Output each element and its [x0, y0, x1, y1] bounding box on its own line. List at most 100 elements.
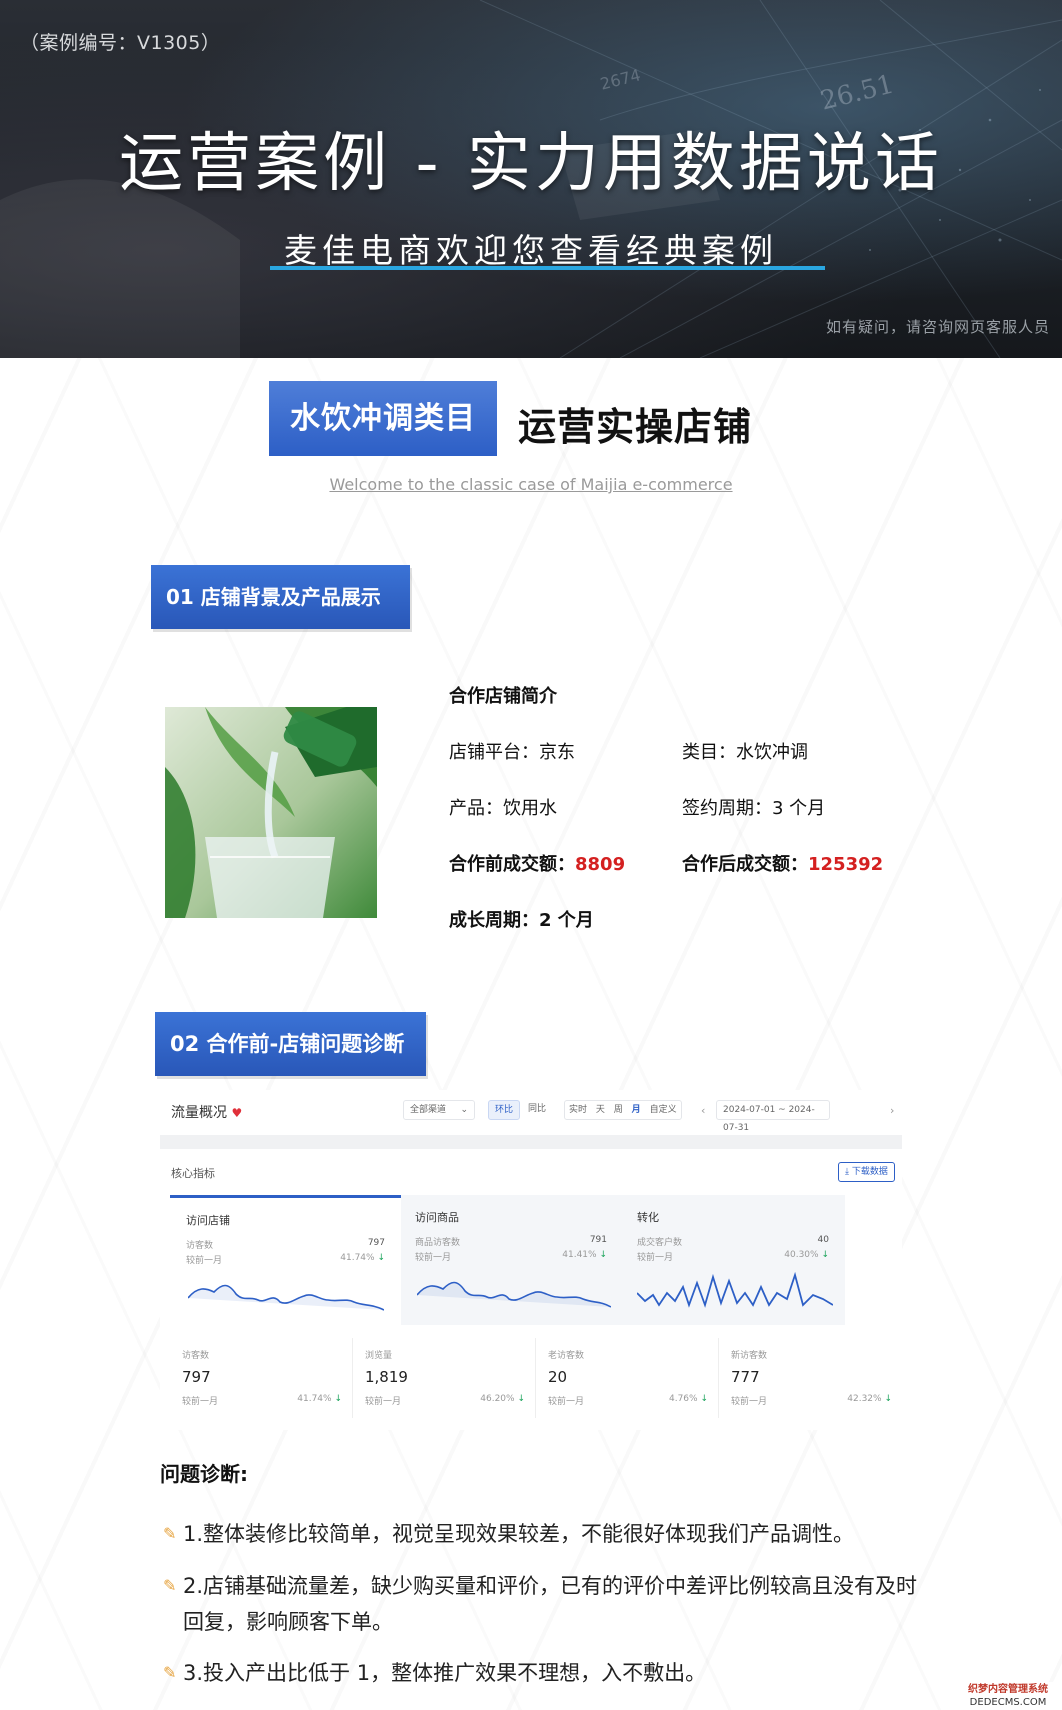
- revenue-after-value: 125392: [808, 854, 884, 875]
- tab-month[interactable]: 月: [632, 1105, 641, 1115]
- card-compare: 较前一月: [637, 1253, 674, 1263]
- kpi-pct: 42.32% ↓: [847, 1394, 892, 1404]
- kpi-label: 访客数: [182, 1351, 210, 1361]
- traffic-dashboard-screenshot: 流量概况 ♥ 全部渠道 ⌄ 环比 同比 实时 天 周 月 自定义 2024-07…: [160, 1090, 902, 1430]
- period-tabs: 实时 天 周 月 自定义: [564, 1100, 682, 1120]
- download-icon: ⤓: [845, 1167, 849, 1177]
- kpi-returning-visitors: 老访客数 20 较前一月 4.76% ↓: [536, 1338, 719, 1418]
- banner-title: 运营案例 - 实力用数据说话: [119, 127, 943, 201]
- revenue-before-label: 合作前成交额：: [449, 854, 575, 875]
- diagnosis-item-text: 2.店铺基础流量差，缺少购买量和评价，已有的评价中差评比例较高且没有及时回复，影…: [183, 1574, 918, 1634]
- kpi-new-visitors: 新访客数 777 较前一月 42.32% ↓: [719, 1338, 902, 1418]
- card-title: 访问商品: [415, 1211, 459, 1224]
- kpi-compare: 较前一月: [365, 1397, 402, 1407]
- case-number: （案例编号：V1305）: [20, 32, 221, 54]
- kpi-value: 797: [182, 1368, 211, 1386]
- growth-period: 成长周期：2 个月: [449, 910, 594, 931]
- kpi-pageviews: 浏览量 1,819 较前一月 46.20% ↓: [353, 1338, 536, 1418]
- card-value: 40: [817, 1235, 829, 1245]
- diagnosis-item-text: 3.投入产出比低于 1，整体推广效果不理想，入不敷出。: [183, 1661, 707, 1685]
- card-pct: 41.41% ↓: [562, 1250, 607, 1260]
- tab-day[interactable]: 天: [596, 1105, 605, 1115]
- store-category: 类目：水饮冲调: [682, 742, 808, 763]
- kpi-compare: 较前一月: [731, 1397, 768, 1407]
- kpi-pct: 41.74% ↓: [297, 1394, 342, 1404]
- watermark-line2: DEDECMS.COM: [969, 1697, 1047, 1708]
- kpi-value: 777: [731, 1368, 760, 1386]
- revenue-before-value: 8809: [575, 854, 626, 875]
- kpi-label: 浏览量: [365, 1351, 393, 1361]
- compare-tb-button[interactable]: 同比: [522, 1100, 553, 1120]
- card-value: 797: [367, 1238, 385, 1248]
- tab-custom[interactable]: 自定义: [650, 1105, 677, 1115]
- card-metric: 成交客户数: [637, 1238, 683, 1248]
- chevron-down-icon: ⌄: [460, 1105, 468, 1115]
- site-watermark: 织梦内容管理系统 DEDECMS.COM: [954, 1682, 1062, 1710]
- watermark-line1: 织梦内容管理系统: [968, 1684, 1048, 1695]
- tab-realtime[interactable]: 实时: [569, 1105, 587, 1115]
- core-metrics-label: 核心指标: [171, 1167, 215, 1180]
- card-title: 访问店铺: [186, 1214, 230, 1227]
- card-value: 791: [589, 1235, 607, 1245]
- heart-icon: ♥: [231, 1106, 243, 1120]
- pencil-icon: ✎: [163, 1524, 177, 1543]
- hero-banner: 26.51 2674 （案例编号：V1305） 运营案例 - 实力用数据说话 麦…: [0, 0, 1062, 358]
- pencil-icon: ✎: [163, 1663, 177, 1682]
- download-data-label: 下载数据: [851, 1167, 888, 1177]
- compare-hb-button[interactable]: 环比: [488, 1100, 521, 1120]
- sparkline-conversion: [637, 1271, 833, 1308]
- metric-card-conversion[interactable]: 转化 成交客户数 40 较前一月 40.30% ↓: [623, 1195, 845, 1325]
- diagnosis-item-2: ✎ 2.店铺基础流量差，缺少购买量和评价，已有的评价中差评比例较高且没有及时回复，…: [163, 1568, 923, 1640]
- metric-card-store-visit[interactable]: 访问店铺 访客数 797 较前一月 41.74% ↓: [170, 1195, 401, 1325]
- store-product: 产品：饮用水: [449, 798, 557, 819]
- dashboard-title: 流量概况 ♥: [171, 1102, 242, 1122]
- diagnosis-item-1: ✎ 1.整体装修比较简单，视觉呈现效果较差，不能很好体现我们产品调性。: [163, 1516, 923, 1552]
- store-platform: 店铺平台：京东: [449, 742, 575, 763]
- revenue-after: 合作后成交额：125392: [682, 850, 883, 876]
- pencil-icon: ✎: [163, 1576, 177, 1595]
- section-header-diagnosis: 02 合作前-店铺问题诊断: [155, 1012, 426, 1076]
- card-compare: 较前一月: [186, 1256, 223, 1266]
- kpi-value: 20: [548, 1368, 568, 1386]
- revenue-before: 合作前成交额：8809: [449, 850, 625, 876]
- kpi-compare: 较前一月: [182, 1397, 219, 1407]
- dashboard-title-text: 流量概况: [171, 1105, 227, 1121]
- diagnosis-item-3: ✎ 3.投入产出比低于 1，整体推广效果不理想，入不敷出。: [163, 1655, 923, 1691]
- contract-period: 签约周期：3 个月: [682, 798, 826, 819]
- dashboard-divider: [160, 1135, 902, 1149]
- metric-card-product-visit[interactable]: 访问商品 商品访客数 791 较前一月 41.41% ↓: [401, 1195, 623, 1325]
- card-compare: 较前一月: [415, 1253, 452, 1263]
- revenue-after-label: 合作后成交额：: [682, 854, 808, 875]
- diagnosis-title: 问题诊断:: [160, 1462, 248, 1486]
- sparkline-store-visit: [188, 1284, 384, 1311]
- kpi-label: 新访客数: [731, 1351, 768, 1361]
- download-data-button[interactable]: ⤓ 下载数据: [838, 1162, 895, 1182]
- banner-contact-note: 如有疑问，请咨询网页客服人员: [825, 318, 1050, 336]
- category-badge: 水饮冲调类目: [269, 381, 497, 456]
- channel-select[interactable]: 全部渠道 ⌄: [403, 1100, 475, 1120]
- prev-arrow-icon[interactable]: ‹: [701, 1104, 705, 1117]
- card-pct: 40.30% ↓: [784, 1250, 829, 1260]
- card-pct: 41.74% ↓: [340, 1253, 385, 1263]
- card-metric: 访客数: [186, 1241, 214, 1251]
- kpi-pct: 46.20% ↓: [480, 1394, 525, 1404]
- section-header-store-background: 01 店铺背景及产品展示: [151, 565, 410, 629]
- diagnosis-item-text: 1.整体装修比较简单，视觉呈现效果较差，不能很好体现我们产品调性。: [183, 1522, 855, 1546]
- kpi-compare: 较前一月: [548, 1397, 585, 1407]
- welcome-link[interactable]: Welcome to the classic case of Maijia e-…: [0, 475, 1062, 494]
- card-title: 转化: [637, 1211, 659, 1224]
- tab-week[interactable]: 周: [614, 1105, 623, 1115]
- channel-select-label: 全部渠道: [410, 1105, 447, 1115]
- next-arrow-icon[interactable]: ›: [890, 1104, 894, 1117]
- product-photo: [165, 707, 377, 918]
- banner-underline: [270, 266, 825, 270]
- banner-subtitle: 麦佳电商欢迎您查看经典案例: [284, 231, 778, 270]
- kpi-value: 1,819: [365, 1368, 408, 1386]
- card-metric: 商品访客数: [415, 1238, 461, 1248]
- date-range-picker[interactable]: 2024-07-01 ~ 2024-07-31: [716, 1100, 830, 1133]
- kpi-visitors: 访客数 797 较前一月 41.74% ↓: [170, 1338, 353, 1418]
- store-intro-title: 合作店铺简介: [449, 686, 557, 707]
- kpi-pct: 4.76% ↓: [668, 1394, 708, 1404]
- sparkline-product-visit: [417, 1281, 611, 1308]
- page-title: 运营实操店铺: [518, 405, 753, 449]
